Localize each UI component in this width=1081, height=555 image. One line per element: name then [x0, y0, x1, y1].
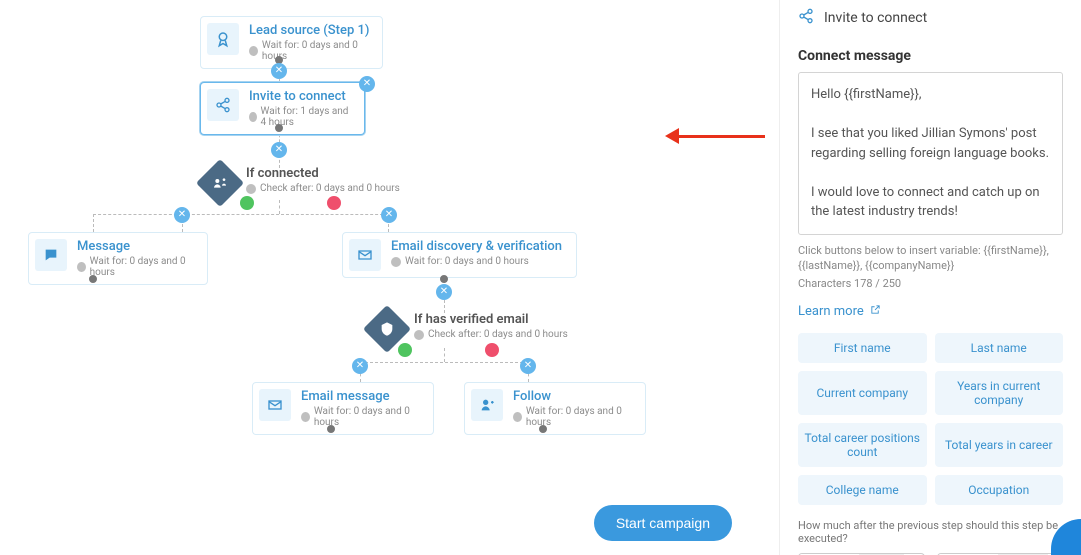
- decision-label: If has verified email Check after: 0 day…: [414, 312, 568, 340]
- branch-true: [240, 196, 254, 210]
- variable-chips: First name Last name Current company Yea…: [798, 333, 1063, 505]
- close-icon[interactable]: ✕: [174, 207, 190, 223]
- node-email-message[interactable]: Email message Wait for: 0 days and 0 hou…: [252, 382, 434, 435]
- close-icon[interactable]: ✕: [381, 207, 397, 223]
- chip-years-in-company[interactable]: Years in current company: [935, 371, 1064, 415]
- start-campaign-button[interactable]: Start campaign: [594, 505, 732, 541]
- node-message[interactable]: Message Wait for: 0 days and 0 hours: [28, 232, 208, 285]
- panel-header: Invite to connect: [798, 8, 1063, 28]
- node-meta: Check after: 0 days and 0 hours: [414, 329, 568, 340]
- chat-icon: [35, 239, 67, 271]
- chip-occupation[interactable]: Occupation: [935, 475, 1064, 505]
- node-meta: Check after: 0 days and 0 hours: [246, 183, 400, 194]
- share-icon: [798, 8, 814, 28]
- connector: [279, 200, 280, 214]
- node-meta: Wait for: 0 days and 0 hours: [391, 256, 562, 267]
- close-icon[interactable]: ✕: [271, 142, 287, 158]
- close-icon[interactable]: ✕: [271, 63, 287, 79]
- chip-total-years[interactable]: Total years in career: [935, 423, 1064, 467]
- badge-icon: [207, 23, 239, 55]
- mail-icon: [259, 389, 291, 421]
- connector: [360, 362, 528, 363]
- follow-icon: [471, 389, 503, 421]
- share-icon: [207, 89, 239, 121]
- section-connect-message: Connect message: [798, 48, 1063, 64]
- port: [440, 275, 448, 283]
- node-title: Message: [77, 239, 197, 254]
- learn-more-link[interactable]: Learn more: [798, 304, 881, 319]
- decision-label: If connected Check after: 0 days and 0 h…: [246, 166, 400, 194]
- port: [327, 425, 335, 433]
- external-link-icon: [870, 304, 881, 319]
- node-follow[interactable]: Follow Wait for: 0 days and 0 hours: [464, 382, 646, 435]
- message-textarea[interactable]: Hello {{firstName}}, I see that you like…: [798, 72, 1063, 235]
- flow-canvas[interactable]: Lead source (Step 1) Wait for: 0 days an…: [0, 0, 760, 555]
- port: [275, 124, 283, 132]
- node-meta: Wait for: 0 days and 0 hours: [513, 406, 635, 428]
- branch-false: [485, 343, 499, 357]
- chip-last-name[interactable]: Last name: [935, 333, 1064, 363]
- details-panel: Invite to connect Connect message Hello …: [779, 0, 1081, 555]
- node-title: If connected: [246, 166, 400, 181]
- node-email-discovery[interactable]: Email discovery & verification Wait for:…: [342, 232, 577, 278]
- connector: [182, 214, 388, 215]
- node-title: Lead source (Step 1): [249, 23, 372, 38]
- connector: [93, 214, 94, 232]
- chip-current-company[interactable]: Current company: [798, 371, 927, 415]
- node-title: Invite to connect: [249, 89, 354, 104]
- node-title: Email message: [301, 389, 423, 404]
- node-title: If has verified email: [414, 312, 568, 327]
- node-title: Email discovery & verification: [391, 239, 562, 254]
- port: [89, 275, 97, 283]
- delay-label: How much after the previous step should …: [798, 519, 1063, 545]
- close-icon[interactable]: ✕: [352, 358, 368, 374]
- connector: [444, 348, 445, 362]
- node-title: Follow: [513, 389, 635, 404]
- mail-check-icon: [349, 239, 381, 271]
- panel-title: Invite to connect: [824, 10, 927, 26]
- node-meta: Wait for: 1 days and 4 hours: [249, 106, 354, 128]
- close-icon[interactable]: ✕: [436, 284, 452, 300]
- node-meta: Wait for: 0 days and 0 hours: [249, 40, 372, 62]
- chip-college-name[interactable]: College name: [798, 475, 927, 505]
- branch-true: [398, 343, 412, 357]
- close-icon[interactable]: ✕: [359, 76, 375, 92]
- chip-total-positions[interactable]: Total career positions count: [798, 423, 927, 467]
- port: [539, 425, 547, 433]
- branch-false: [327, 196, 341, 210]
- variable-hint: Click buttons below to insert variable: …: [798, 243, 1063, 274]
- chip-first-name[interactable]: First name: [798, 333, 927, 363]
- connector: [93, 214, 182, 215]
- node-meta: Wait for: 0 days and 0 hours: [301, 406, 423, 428]
- node-if-connected[interactable]: [196, 159, 244, 207]
- node-lead-source[interactable]: Lead source (Step 1) Wait for: 0 days an…: [200, 16, 383, 69]
- annotation-arrow: [665, 128, 765, 144]
- character-count: Characters 178 / 250: [798, 277, 1063, 290]
- close-icon[interactable]: ✕: [520, 358, 536, 374]
